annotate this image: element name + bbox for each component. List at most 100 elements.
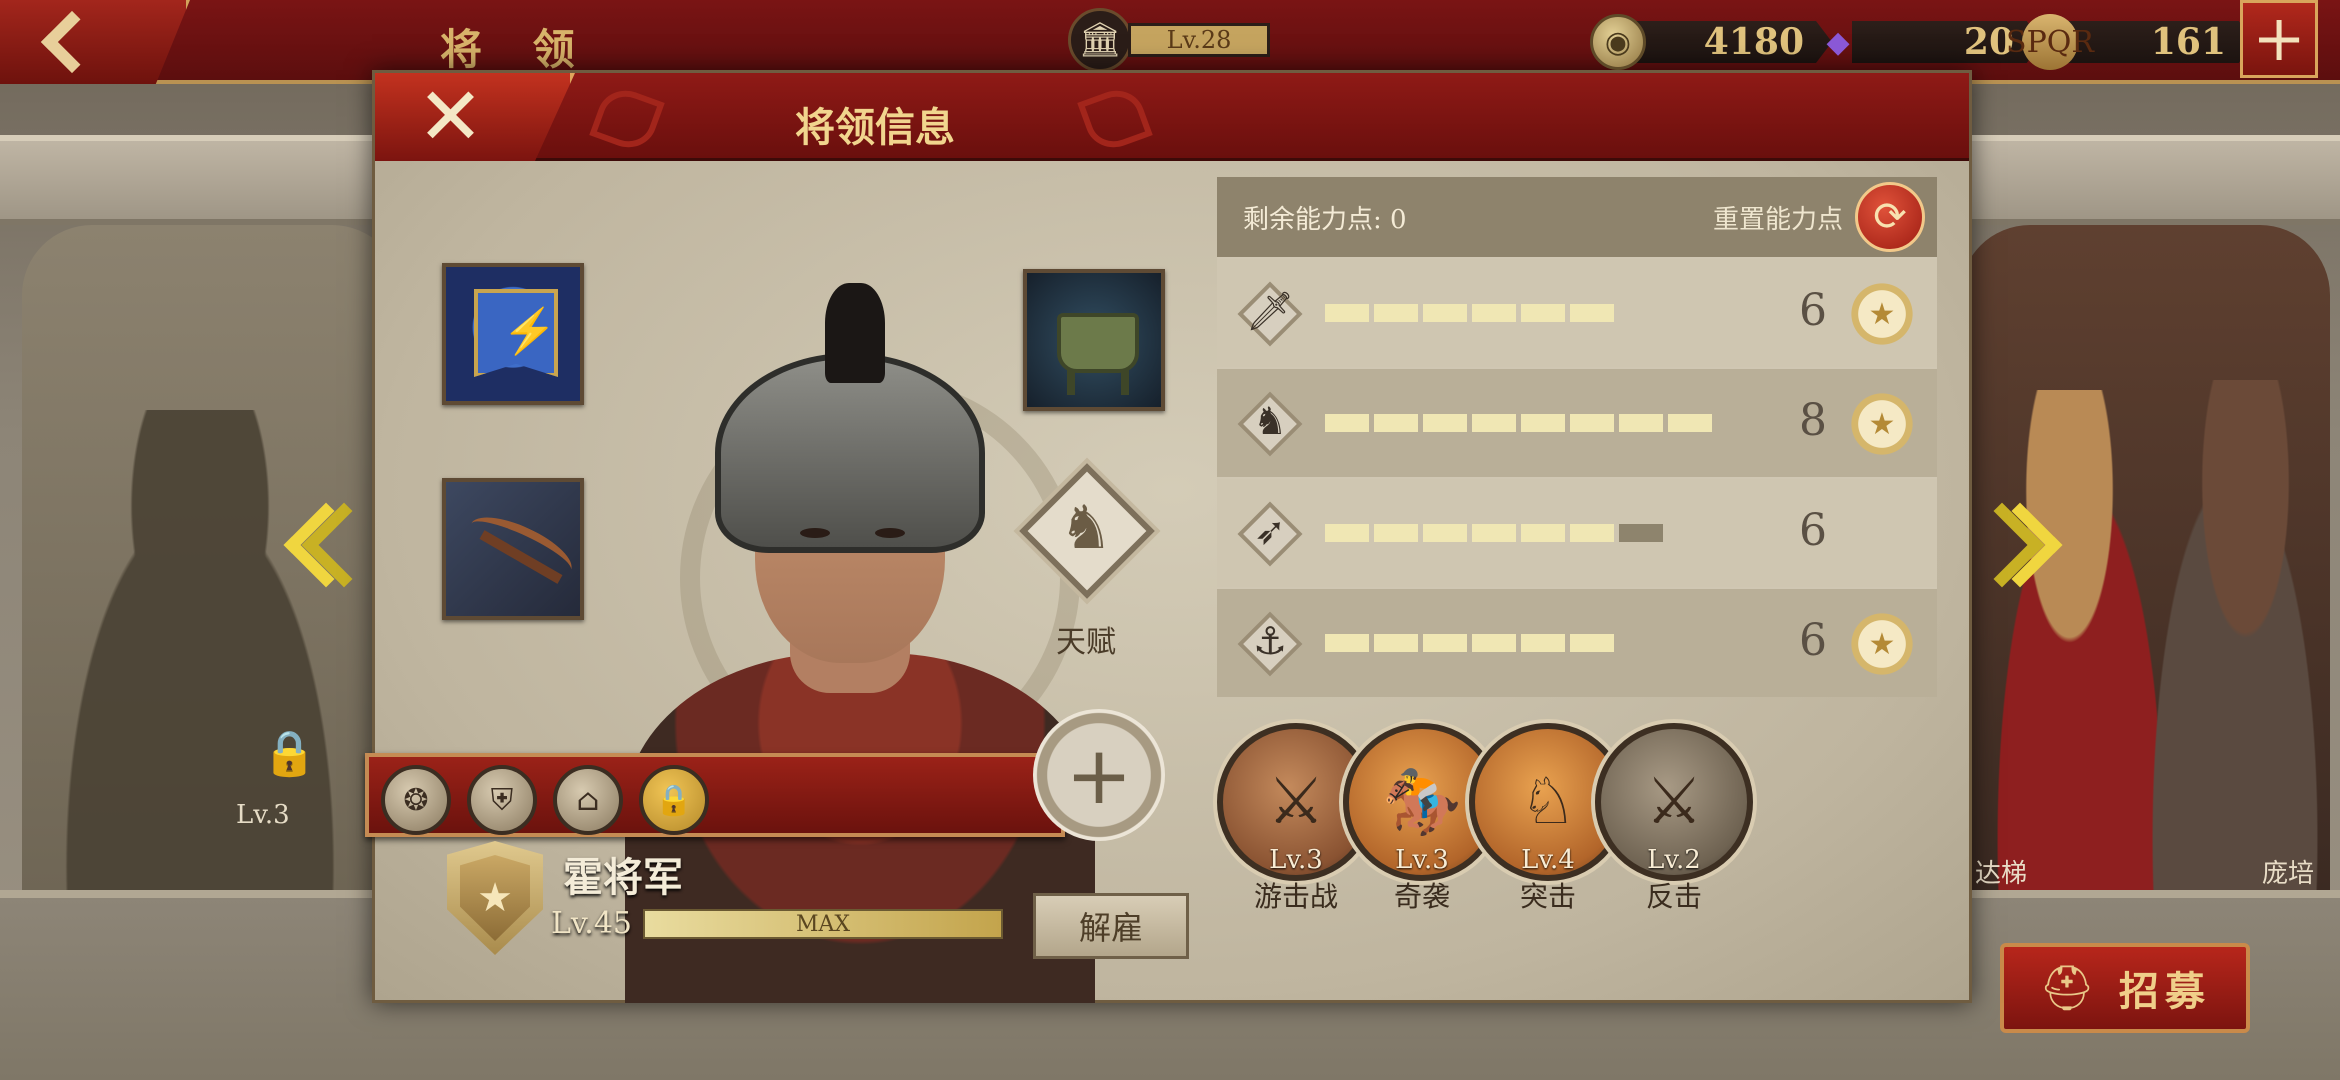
back-button[interactable]: [0, 0, 190, 84]
ability-bar-segment: [1325, 524, 1369, 542]
previous-hero-arrow[interactable]: [270, 490, 387, 600]
hero-portrait-right-2: [2130, 380, 2340, 890]
ability-bar-segment: [1570, 304, 1614, 322]
dialog-header: 将领信息: [375, 73, 1969, 161]
ability-value: 6: [1799, 615, 1827, 666]
horse-head-icon: ♞: [1059, 493, 1113, 563]
tactic-skill[interactable]: ⚔ Lv.2 反击: [1595, 723, 1753, 915]
add-resource-button[interactable]: +: [2240, 0, 2318, 78]
lightning-icon: ⚡: [502, 306, 557, 357]
star-icon: ★: [460, 855, 530, 941]
ability-panel: 剩余能力点: 0 重置能力点 ⟳ 🗡 6 ★ ♞ 8 ★ ➶ 6 ⚓ 6 ★: [1217, 177, 1937, 697]
building-level-label: Lv.28: [1128, 23, 1270, 57]
cauldron-legs: [1067, 369, 1129, 395]
building-level[interactable]: 🏛 Lv.28: [1068, 8, 1278, 72]
ability-bar-segment: [1374, 414, 1418, 432]
hero-plume: [825, 283, 885, 383]
ability-bar-segment: [1521, 634, 1565, 652]
skill-slot-2[interactable]: ⛨: [467, 765, 537, 835]
ability-bar: [1325, 524, 1663, 542]
equipment-slot-banner[interactable]: ⚡: [442, 263, 584, 405]
star-medal-icon[interactable]: ★: [1845, 277, 1919, 351]
star-medal-icon[interactable]: ★: [1845, 607, 1919, 681]
shield-emblem-icon: ⛨: [490, 782, 514, 818]
gem-icon: ◆: [1826, 24, 1850, 60]
ability-value: 8: [1799, 395, 1827, 446]
ability-bar: [1325, 634, 1614, 652]
ability-bar-segment: [1570, 414, 1614, 432]
temple-emblem-icon: ⌂: [576, 782, 600, 818]
tactic-name: 反击: [1645, 880, 1702, 913]
page-title: 将 领: [440, 25, 593, 74]
equipment-slot-crossbow[interactable]: [442, 478, 584, 620]
helmet-plus-icon: ⛑: [2039, 963, 2095, 1014]
right-hero-2-name: 庞培: [2262, 859, 2315, 889]
ability-bar: [1325, 304, 1614, 322]
ability-bar-segment: [1668, 414, 1712, 432]
star-medal-icon[interactable]: ★: [1845, 387, 1919, 461]
remaining-points: 剩余能力点: 0: [1243, 204, 1407, 235]
ability-bar-segment: [1374, 634, 1418, 652]
ability-bar-segment: [1325, 634, 1369, 652]
dismiss-button[interactable]: 解雇: [1033, 893, 1189, 959]
crest-counter[interactable]: SPQR 161: [2006, 14, 2254, 70]
ability-bar-segment: [1521, 414, 1565, 432]
recruit-button[interactable]: ⛑ 招募: [2000, 943, 2250, 1033]
ability-row[interactable]: 🗡 6 ★: [1217, 257, 1937, 367]
ability-bar-segment: [1570, 524, 1614, 542]
talent-button[interactable]: ♞: [1019, 463, 1155, 599]
ability-header: 剩余能力点: 0 重置能力点 ⟳: [1217, 177, 1937, 257]
skill-slot-1[interactable]: ❂: [381, 765, 451, 835]
hero-helmet: [715, 353, 985, 553]
hero-name: 霍将军: [563, 854, 683, 901]
reset-points-label: 重置能力点: [1712, 204, 1843, 235]
coin-value: 4180: [1632, 21, 1832, 63]
experience-bar: MAX: [643, 909, 1003, 939]
locked-hero-silhouette: [30, 410, 370, 890]
ability-bar-segment: [1521, 524, 1565, 542]
ability-value: 6: [1799, 505, 1827, 556]
plus-icon: +: [2252, 2, 2306, 76]
rank-badge[interactable]: ★: [447, 841, 543, 955]
plus-icon: +: [1065, 728, 1133, 822]
lock-icon: 🔒: [262, 728, 317, 779]
ability-bar-segment: [1472, 524, 1516, 542]
ability-bar-segment: [1423, 524, 1467, 542]
temple-icon: 🏛: [1068, 8, 1132, 72]
close-icon: ✕: [417, 70, 485, 163]
bronze-cauldron-icon: [1057, 313, 1139, 373]
sword-icon: 🗡: [1237, 281, 1303, 347]
anchor-icon: ⚓: [1237, 611, 1303, 677]
right-hero-1-name: 达梯: [1975, 859, 2028, 889]
ability-bar-segment: [1374, 524, 1418, 542]
ability-rows: 🗡 6 ★ ♞ 8 ★ ➶ 6 ⚓ 6 ★: [1217, 257, 1937, 697]
horse-icon: ♞: [1237, 391, 1303, 457]
experience-label: MAX: [795, 911, 851, 937]
refresh-icon: ⟳: [1873, 194, 1907, 240]
equipment-slot-cauldron[interactable]: [1023, 269, 1165, 411]
general-info-dialog: 将领信息 ✕ ⚡ ♞ 天赋 ❂ ⛨ ⌂ 🔒 + ★ 霍将军 Lv.45 MAX …: [365, 70, 1972, 1003]
coin-counter[interactable]: ◉ 4180: [1590, 14, 1832, 70]
ability-row[interactable]: ⚓ 6 ★: [1217, 587, 1937, 697]
hero-level: Lv.45: [551, 906, 633, 941]
ability-bar-segment: [1472, 304, 1516, 322]
ability-bar-segment: [1619, 524, 1663, 542]
skill-slot-locked[interactable]: 🔒: [639, 765, 709, 835]
ability-value: 6: [1799, 285, 1827, 336]
hero-eye: [800, 528, 830, 538]
skill-slot-3[interactable]: ⌂: [553, 765, 623, 835]
ability-row[interactable]: ♞ 8 ★: [1217, 367, 1937, 477]
spqr-crest-icon: SPQR: [2006, 14, 2094, 70]
ability-bar-segment: [1374, 304, 1418, 322]
ability-bar-segment: [1619, 414, 1663, 432]
add-skill-button[interactable]: +: [1033, 709, 1165, 841]
ability-bar-segment: [1472, 634, 1516, 652]
ability-bar-segment: [1423, 634, 1467, 652]
ability-row[interactable]: ➶ 6: [1217, 477, 1937, 587]
ability-bar-segment: [1423, 414, 1467, 432]
next-hero-arrow[interactable]: [1959, 490, 2070, 600]
reset-points-button[interactable]: ⟳: [1855, 182, 1925, 252]
ability-bar-segment: [1521, 304, 1565, 322]
recruit-label: 招募: [2118, 968, 2211, 1015]
ability-bar: [1325, 414, 1712, 432]
